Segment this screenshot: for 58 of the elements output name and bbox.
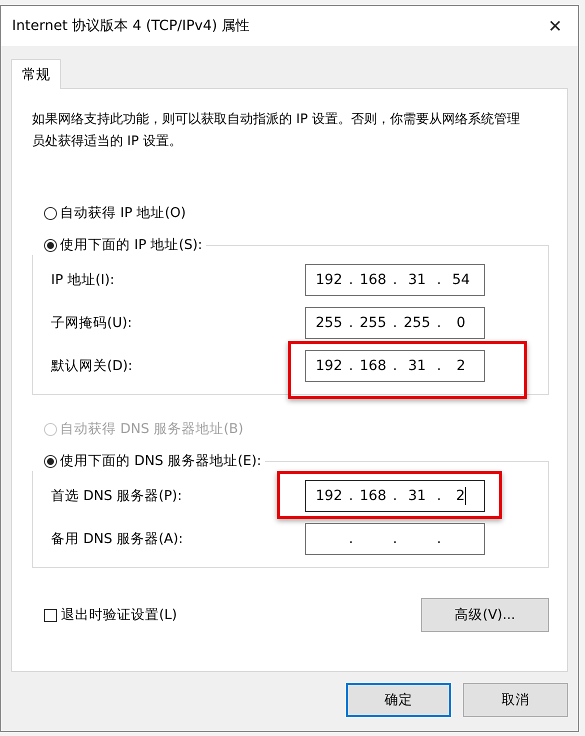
octet-separator: . (348, 272, 354, 288)
octet-text: 168 (360, 488, 386, 504)
octet-separator: . (392, 531, 398, 547)
octet-text: 31 (408, 488, 426, 504)
octet-text: 255 (404, 315, 430, 331)
octet-text: 31 (408, 272, 426, 288)
octet-separator: . (392, 358, 398, 374)
octet-separator: . (392, 488, 398, 504)
octet-separator: . (436, 358, 442, 374)
octet-separator: . (348, 488, 354, 504)
octet-text: 255 (316, 315, 342, 331)
window-title: Internet 协议版本 4 (TCP/IPv4) 属性 (12, 17, 250, 35)
octet-text: 168 (360, 272, 386, 288)
octet-text: 192 (316, 272, 342, 288)
field-label: 首选 DNS 服务器(P): (51, 487, 183, 505)
radio-button[interactable] (44, 238, 57, 252)
radio-label: 使用下面的 IP 地址(S): (60, 236, 202, 254)
field-label: 默认网关(D): (51, 357, 134, 375)
octet-separator: . (348, 358, 354, 374)
field-label: 备用 DNS 服务器(A): (51, 530, 184, 548)
description-text: 如果网络支持此功能，则可以获取自动指派的 IP 设置。否则，你需要从网络系统管理员处获得适当的 IP 设置。 (32, 111, 521, 151)
octet-text: 54 (452, 272, 470, 288)
octet-text: 2 (456, 358, 466, 374)
octet-separator: . (392, 315, 398, 331)
field-label: IP 地址(I): (51, 271, 116, 289)
dialog-button[interactable]: 确定 (346, 683, 451, 717)
checkbox-label: 退出时验证设置(L) (61, 606, 178, 624)
octet-text: 168 (360, 358, 386, 374)
octet-text: 192 (316, 488, 342, 504)
dialog-button[interactable]: 取消 (463, 683, 568, 717)
radio-button[interactable] (44, 206, 57, 220)
tab[interactable]: 常规 (11, 59, 61, 89)
ip-address-field[interactable]: . . . (305, 523, 485, 555)
ip-address-field[interactable]: 192 . 168 . 31 . 54 (305, 264, 485, 296)
checkbox[interactable] (44, 608, 57, 622)
radio-label: 使用下面的 DNS 服务器地址(E): (60, 452, 262, 470)
octet-text: 2 (456, 488, 465, 504)
text-cursor (464, 487, 466, 505)
radio-label: 自动获得 DNS 服务器地址(B) (60, 420, 244, 438)
close-button[interactable]: ✕ (532, 6, 578, 46)
advanced-button[interactable]: 高级(V)... (421, 598, 549, 632)
ip-address-field[interactable]: 192 . 168 . 31 . 2 (305, 480, 485, 512)
octet-separator: . (392, 272, 398, 288)
ip-address-field[interactable]: 192 . 168 . 31 . 2 (305, 350, 485, 382)
octet-text: 31 (408, 358, 426, 374)
radio-button[interactable] (44, 454, 57, 468)
octet-text: 255 (360, 315, 386, 331)
octet-separator: . (348, 315, 354, 331)
octet-text: 0 (456, 315, 466, 331)
octet-separator: . (436, 315, 442, 331)
octet-separator: . (348, 531, 354, 547)
octet-separator: . (436, 531, 442, 547)
octet-separator: . (436, 488, 442, 504)
field-label: 子网掩码(U): (51, 314, 133, 332)
octet-text: 192 (316, 358, 342, 374)
octet-separator: . (436, 272, 442, 288)
ip-address-field[interactable]: 255 . 255 . 255 . 0 (305, 307, 485, 339)
radio-label: 自动获得 IP 地址(O) (60, 204, 186, 222)
